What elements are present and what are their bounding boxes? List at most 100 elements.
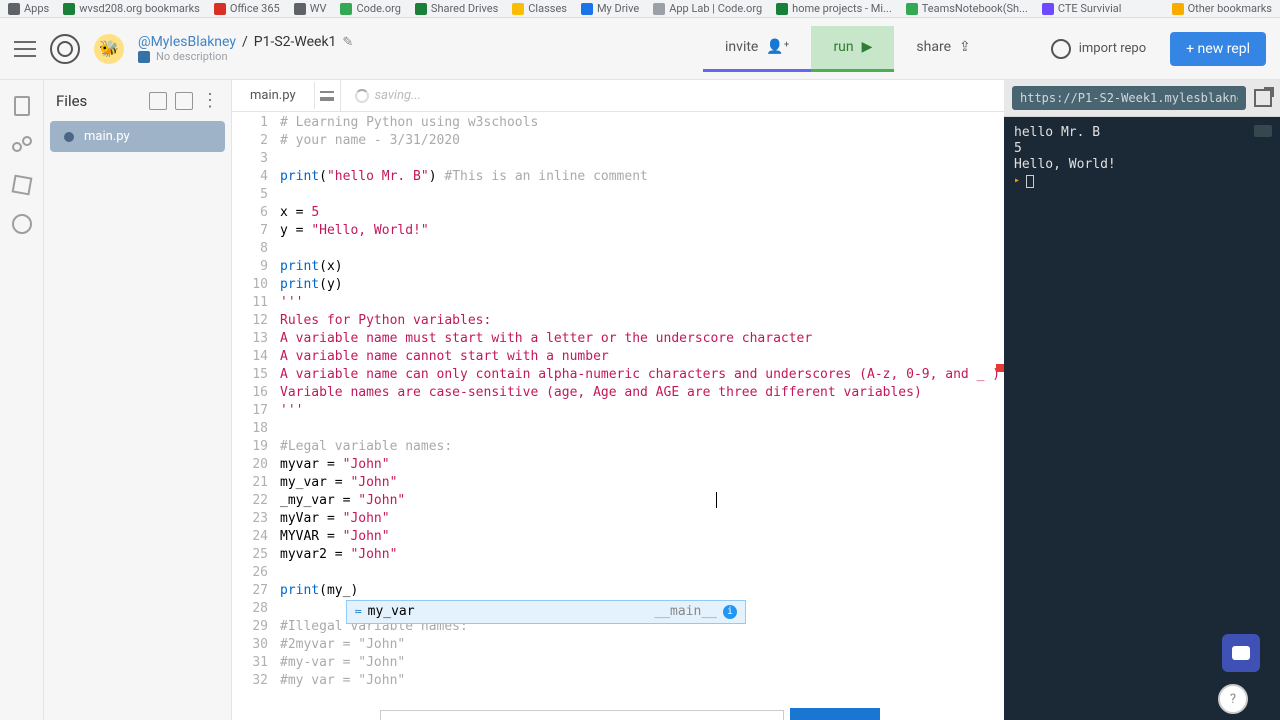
code-line[interactable]: print(y) xyxy=(276,276,1004,294)
code-line[interactable]: A variable name cannot start with a numb… xyxy=(276,348,1004,366)
edit-name-icon[interactable]: ✎ xyxy=(342,35,353,50)
code-line[interactable] xyxy=(276,186,1004,204)
code-line[interactable] xyxy=(276,420,1004,438)
autocomplete-popup[interactable]: ≔my_var __main__i xyxy=(346,600,746,624)
code-line[interactable]: MYVAR = "John" xyxy=(276,528,1004,546)
bookmark-item[interactable]: Office 365 xyxy=(214,2,280,15)
main-area: Files ⋮ main.py main.py saving... 123456… xyxy=(0,80,1280,720)
bookmark-item[interactable]: CTE Survivial xyxy=(1042,2,1122,15)
code-line[interactable]: print("hello Mr. B") #This is an inline … xyxy=(276,168,1004,186)
code-editor[interactable]: 1234567891011121314151617181920212223242… xyxy=(232,112,1004,720)
project-owner[interactable]: @MylesBlakney xyxy=(138,34,236,50)
code-line[interactable]: #Legal variable names: xyxy=(276,438,1004,456)
bookmark-item[interactable]: Classes xyxy=(512,2,567,15)
bookmark-item[interactable]: wvsd208.org bookmarks xyxy=(63,2,200,15)
project-name: P1-S2-Week1 xyxy=(254,34,337,50)
console-output[interactable]: hello Mr. B5Hello, World! ▸ xyxy=(1004,117,1280,720)
spinner-icon xyxy=(355,89,369,103)
code-line[interactable]: A variable name must start with a letter… xyxy=(276,330,1004,348)
code-line[interactable]: y = "Hello, World!" xyxy=(276,222,1004,240)
text-cursor xyxy=(716,492,717,508)
menu-icon[interactable] xyxy=(14,41,36,57)
editor-tabs: main.py saving... xyxy=(232,80,1004,112)
code-line[interactable]: myvar2 = "John" xyxy=(276,546,1004,564)
suggestion-kind-icon: ≔ xyxy=(355,603,362,621)
bookmark-apps[interactable]: Apps xyxy=(8,2,49,15)
code-line[interactable] xyxy=(276,564,1004,582)
github-icon xyxy=(1051,39,1071,59)
bottom-action-button[interactable] xyxy=(790,708,880,720)
code-line[interactable]: myVar = "John" xyxy=(276,510,1004,528)
repl-url-input[interactable] xyxy=(1012,86,1246,110)
open-external-icon[interactable] xyxy=(1254,89,1272,107)
prompt-icon: ▸ xyxy=(1014,173,1020,189)
packages-icon[interactable] xyxy=(11,175,32,196)
code-line[interactable]: print(x) xyxy=(276,258,1004,276)
help-button[interactable]: ? xyxy=(1218,684,1248,714)
bookmark-item[interactable]: home projects - Mi... xyxy=(776,2,892,15)
saving-indicator: saving... xyxy=(341,88,435,103)
python-file-icon xyxy=(64,132,74,142)
code-line[interactable]: myvar = "John" xyxy=(276,456,1004,474)
console-line: 5 xyxy=(1014,141,1270,157)
code-line[interactable]: _my_var = "John" xyxy=(276,492,1004,510)
chat-icon xyxy=(1232,646,1250,660)
console-prompt[interactable]: ▸ xyxy=(1014,173,1270,189)
code-line[interactable] xyxy=(276,150,1004,168)
python-icon xyxy=(138,51,150,63)
avatar[interactable]: 🐝 xyxy=(94,34,124,64)
new-folder-icon[interactable] xyxy=(175,92,193,110)
bottom-input[interactable] xyxy=(380,710,784,720)
bookmark-item[interactable]: My Drive xyxy=(581,2,639,15)
code-line[interactable]: x = 5 xyxy=(276,204,1004,222)
project-info: @MylesBlakney/ P1-S2-Week1 ✎ No descript… xyxy=(138,34,353,63)
line-gutter: 1234567891011121314151617181920212223242… xyxy=(232,112,276,720)
code-line[interactable]: ''' xyxy=(276,402,1004,420)
settings-icon[interactable] xyxy=(12,214,32,234)
info-icon[interactable]: i xyxy=(723,605,737,619)
version-control-icon[interactable] xyxy=(12,136,32,156)
new-repl-button[interactable]: + new repl xyxy=(1170,32,1266,66)
share-icon: ⇪ xyxy=(959,39,971,55)
invite-button[interactable]: invite👤⁺ xyxy=(703,26,811,72)
add-user-icon: 👤⁺ xyxy=(766,39,789,55)
bookmark-item[interactable]: Shared Drives xyxy=(415,2,498,15)
code-content[interactable]: # Learning Python using w3schools# your … xyxy=(276,112,1004,720)
repl-url-bar xyxy=(1004,80,1280,117)
bookmark-item[interactable]: WV xyxy=(294,2,327,15)
code-line[interactable]: ''' xyxy=(276,294,1004,312)
editor-tab[interactable]: main.py xyxy=(232,82,315,109)
code-line[interactable]: #my var = "John" xyxy=(276,672,1004,690)
import-repo-button[interactable]: import repo xyxy=(1037,31,1160,67)
chat-button[interactable] xyxy=(1222,634,1260,672)
code-line[interactable]: Rules for Python variables: xyxy=(276,312,1004,330)
replit-logo[interactable] xyxy=(50,34,80,64)
error-marker[interactable] xyxy=(996,364,1004,372)
bookmark-item[interactable]: App Lab | Code.org xyxy=(653,2,762,15)
autocomplete-suggestion[interactable]: my_var xyxy=(368,603,415,621)
code-line[interactable]: #2myvar = "John" xyxy=(276,636,1004,654)
bookmark-other[interactable]: Other bookmarks xyxy=(1172,2,1272,15)
file-name: main.py xyxy=(84,129,130,144)
file-item[interactable]: main.py xyxy=(50,121,225,152)
run-button[interactable]: run▶ xyxy=(811,26,894,72)
files-icon[interactable] xyxy=(14,96,30,116)
bookmark-item[interactable]: Code.org xyxy=(340,2,400,15)
code-line[interactable]: A variable name can only contain alpha-n… xyxy=(276,366,1004,384)
code-line[interactable] xyxy=(276,240,1004,258)
code-line[interactable]: #my-var = "John" xyxy=(276,654,1004,672)
files-more-icon[interactable]: ⋮ xyxy=(201,90,219,111)
play-icon: ▶ xyxy=(862,39,873,55)
markdown-preview-icon[interactable] xyxy=(315,80,341,111)
new-file-icon[interactable] xyxy=(149,92,167,110)
bookmarks-bar: Apps wvsd208.org bookmarks Office 365 WV Co… xyxy=(0,0,1280,18)
share-button[interactable]: share⇪ xyxy=(894,26,992,72)
code-line[interactable]: Variable names are case-sensitive (age, … xyxy=(276,384,1004,402)
code-line[interactable]: # Learning Python using w3schools xyxy=(276,114,1004,132)
clear-console-icon[interactable] xyxy=(1254,125,1272,137)
code-line[interactable]: # your name - 3/31/2020 xyxy=(276,132,1004,150)
bookmark-item[interactable]: TeamsNotebook(Sh... xyxy=(906,2,1028,15)
code-line[interactable]: my_var = "John" xyxy=(276,474,1004,492)
code-line[interactable]: print(my_) xyxy=(276,582,1004,600)
console-line: hello Mr. B xyxy=(1014,125,1270,141)
